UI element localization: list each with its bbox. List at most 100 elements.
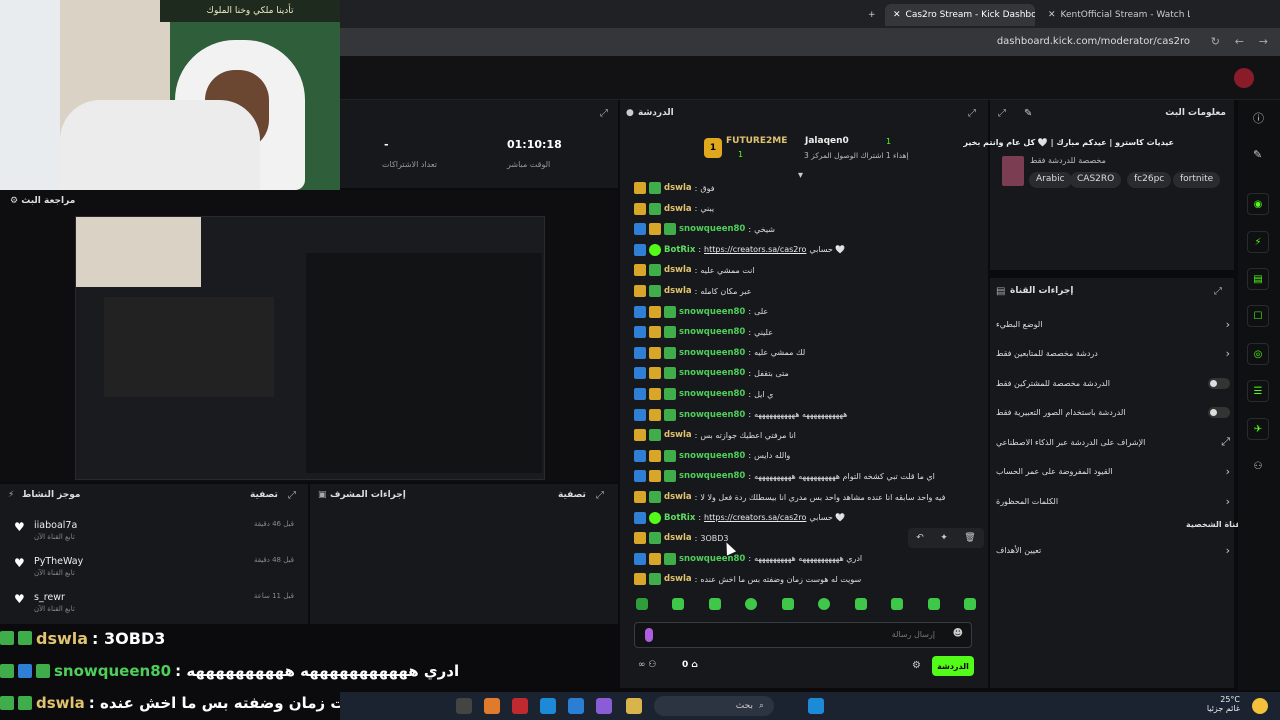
- expand-icon[interactable]: ⤢: [600, 108, 608, 119]
- gear-icon[interactable]: ⚙: [10, 196, 18, 206]
- trash-icon[interactable]: 🗑: [964, 533, 975, 543]
- new-tab-button[interactable]: +: [860, 4, 884, 26]
- pinned-user[interactable]: Jalaqen0: [805, 136, 849, 146]
- rail-button-users-icon[interactable]: ⚇: [1247, 455, 1269, 477]
- preview-video[interactable]: [75, 216, 545, 480]
- emote-icon[interactable]: [854, 598, 867, 610]
- emote-icon[interactable]: [891, 598, 904, 610]
- back-icon[interactable]: ←: [1235, 35, 1244, 48]
- activity-filter[interactable]: تصفية: [250, 490, 278, 500]
- chat-username[interactable]: snowqueen80: [679, 451, 745, 461]
- toggle-switch[interactable]: [1208, 377, 1230, 389]
- chat-username[interactable]: dswla: [664, 492, 692, 502]
- emoji-icon[interactable]: ☻: [953, 628, 963, 639]
- forward-icon[interactable]: →: [1259, 35, 1268, 48]
- infinity-icon[interactable]: ∞: [638, 660, 646, 670]
- rail-button-document-icon[interactable]: ▤: [1247, 268, 1269, 290]
- emote-icon[interactable]: [745, 598, 758, 610]
- chat-link[interactable]: https://creators.sa/cas2ro: [704, 245, 806, 254]
- rail-button-wrench-icon[interactable]: ✈: [1247, 418, 1269, 440]
- chat-input-box[interactable]: إرسال رسالة ☻: [634, 622, 972, 648]
- folder-icon[interactable]: [626, 698, 642, 714]
- expand-icon[interactable]: ⤢: [998, 108, 1006, 119]
- rail-button-broadcast-icon[interactable]: ◎: [1247, 343, 1269, 365]
- emote-icon[interactable]: [781, 598, 794, 610]
- expand-icon[interactable]: ⤢: [596, 490, 604, 501]
- edge-icon[interactable]: [540, 698, 556, 714]
- app-icon[interactable]: [484, 698, 500, 714]
- tag-chip[interactable]: Arabic: [1029, 172, 1072, 188]
- chat-username[interactable]: snowqueen80: [679, 307, 745, 317]
- category-thumbnail[interactable]: [1002, 156, 1024, 186]
- tag-chip[interactable]: fortnite: [1173, 172, 1221, 188]
- reload-icon[interactable]: ↻: [1211, 35, 1220, 48]
- tag-chip[interactable]: fc26pc: [1127, 172, 1172, 188]
- users-icon[interactable]: ⚇: [648, 660, 656, 670]
- chat-username[interactable]: snowqueen80: [679, 554, 745, 564]
- follower-name[interactable]: iiaboal7a: [34, 520, 77, 531]
- app-icon[interactable]: [596, 698, 612, 714]
- rail-button-camera-icon[interactable]: ◉: [1247, 193, 1269, 215]
- emote-icon[interactable]: [672, 598, 685, 610]
- info-icon[interactable]: ⓘ: [1253, 110, 1264, 126]
- avatar[interactable]: [1234, 68, 1254, 88]
- app-icon[interactable]: [512, 698, 528, 714]
- expand-icon[interactable]: ⤢: [288, 490, 296, 501]
- chat-username[interactable]: dswla: [664, 286, 692, 296]
- chat-username[interactable]: snowqueen80: [679, 224, 745, 234]
- taskbar-search[interactable]: بحث ⌕: [654, 696, 774, 716]
- emote-icon[interactable]: [708, 598, 721, 610]
- edit-icon[interactable]: ✎: [1024, 108, 1032, 119]
- chat-username[interactable]: snowqueen80: [679, 410, 745, 420]
- weather-widget[interactable]: 25°C غائم جزئيا: [1207, 695, 1240, 713]
- chat-link[interactable]: https://creators.sa/cas2ro: [704, 513, 806, 522]
- external-link-icon[interactable]: ⤢: [1221, 435, 1230, 449]
- gift-icon[interactable]: ⌂: [691, 660, 697, 670]
- emote-icon[interactable]: [927, 598, 940, 610]
- rail-button-list-icon[interactable]: ☰: [1247, 380, 1269, 402]
- chat-username[interactable]: snowqueen80: [679, 348, 745, 358]
- chat-username[interactable]: BotRix: [664, 245, 695, 255]
- rail-button-lightning-icon[interactable]: ⚡: [1247, 231, 1269, 253]
- emote-icon[interactable]: [963, 598, 976, 610]
- chat-username[interactable]: dswla: [664, 183, 692, 193]
- mod-actions-filter[interactable]: تصفية: [558, 490, 586, 500]
- tab-cas2ro-dashboard[interactable]: ✕ Cas2ro Stream - Kick Dashboard: [885, 4, 1035, 26]
- follower-name[interactable]: s_rewr: [34, 592, 65, 603]
- chat-username[interactable]: snowqueen80: [679, 471, 745, 481]
- chat-username[interactable]: snowqueen80: [679, 389, 745, 399]
- send-chat-button[interactable]: الدردشة: [932, 656, 974, 676]
- app-icon[interactable]: [568, 698, 584, 714]
- expand-icon[interactable]: ⤢: [1214, 286, 1222, 297]
- category-name[interactable]: مخصصة للدردشة فقط: [1030, 156, 1106, 165]
- chat-username[interactable]: dswla: [664, 204, 692, 214]
- tab-kentofficial[interactable]: ✕ KentOfficial Stream - Watch Live: [1040, 4, 1190, 26]
- channel-setting-row[interactable]: الوضع البطيء ›: [996, 314, 1230, 334]
- channel-setting-row[interactable]: الدردشة باستخدام الصور التعبيرية فقط: [996, 403, 1230, 423]
- tag-chip[interactable]: CAS2RO: [1070, 172, 1122, 188]
- close-icon[interactable]: ✕: [1048, 10, 1056, 20]
- channel-setting-row[interactable]: الكلمات المحظورة ›: [996, 491, 1230, 511]
- chat-username[interactable]: dswla: [664, 430, 692, 440]
- channel-setting-row[interactable]: القيود المفروضة على عمر الحساب ›: [996, 462, 1230, 482]
- emote-icon[interactable]: [636, 598, 648, 610]
- reply-icon[interactable]: ↶: [916, 533, 924, 543]
- chat-username[interactable]: dswla: [664, 574, 692, 584]
- pin-icon[interactable]: ✦: [940, 533, 948, 543]
- toggle-switch[interactable]: [1208, 407, 1230, 418]
- gear-icon[interactable]: ⚙: [912, 660, 921, 671]
- channel-setting-row[interactable]: الإشراف على الدردشة عبر الذكاء الاصطناعي…: [996, 432, 1230, 452]
- goals-row[interactable]: تعيين الأهداف ›: [996, 540, 1230, 560]
- close-icon[interactable]: ✕: [893, 10, 901, 20]
- expand-icon[interactable]: ⤢: [968, 108, 976, 119]
- pen-icon[interactable]: ✎: [1253, 148, 1262, 161]
- gear-icon[interactable]: [456, 698, 472, 714]
- channel-setting-row[interactable]: دردشة مخصصة للمتابعين فقط ›: [996, 344, 1230, 364]
- rail-button-chat-icon[interactable]: ☐: [1247, 305, 1269, 327]
- channel-setting-row[interactable]: الدردشة مخصصة للمشتركين فقط: [996, 373, 1230, 393]
- chat-username[interactable]: dswla: [664, 533, 692, 543]
- microphone-icon[interactable]: [645, 628, 653, 642]
- chat-username[interactable]: snowqueen80: [679, 368, 745, 378]
- address-bar[interactable]: dashboard.kick.com/moderator/cas2ro ↻ ← …: [340, 28, 1280, 56]
- windows-start-icon[interactable]: [808, 698, 824, 714]
